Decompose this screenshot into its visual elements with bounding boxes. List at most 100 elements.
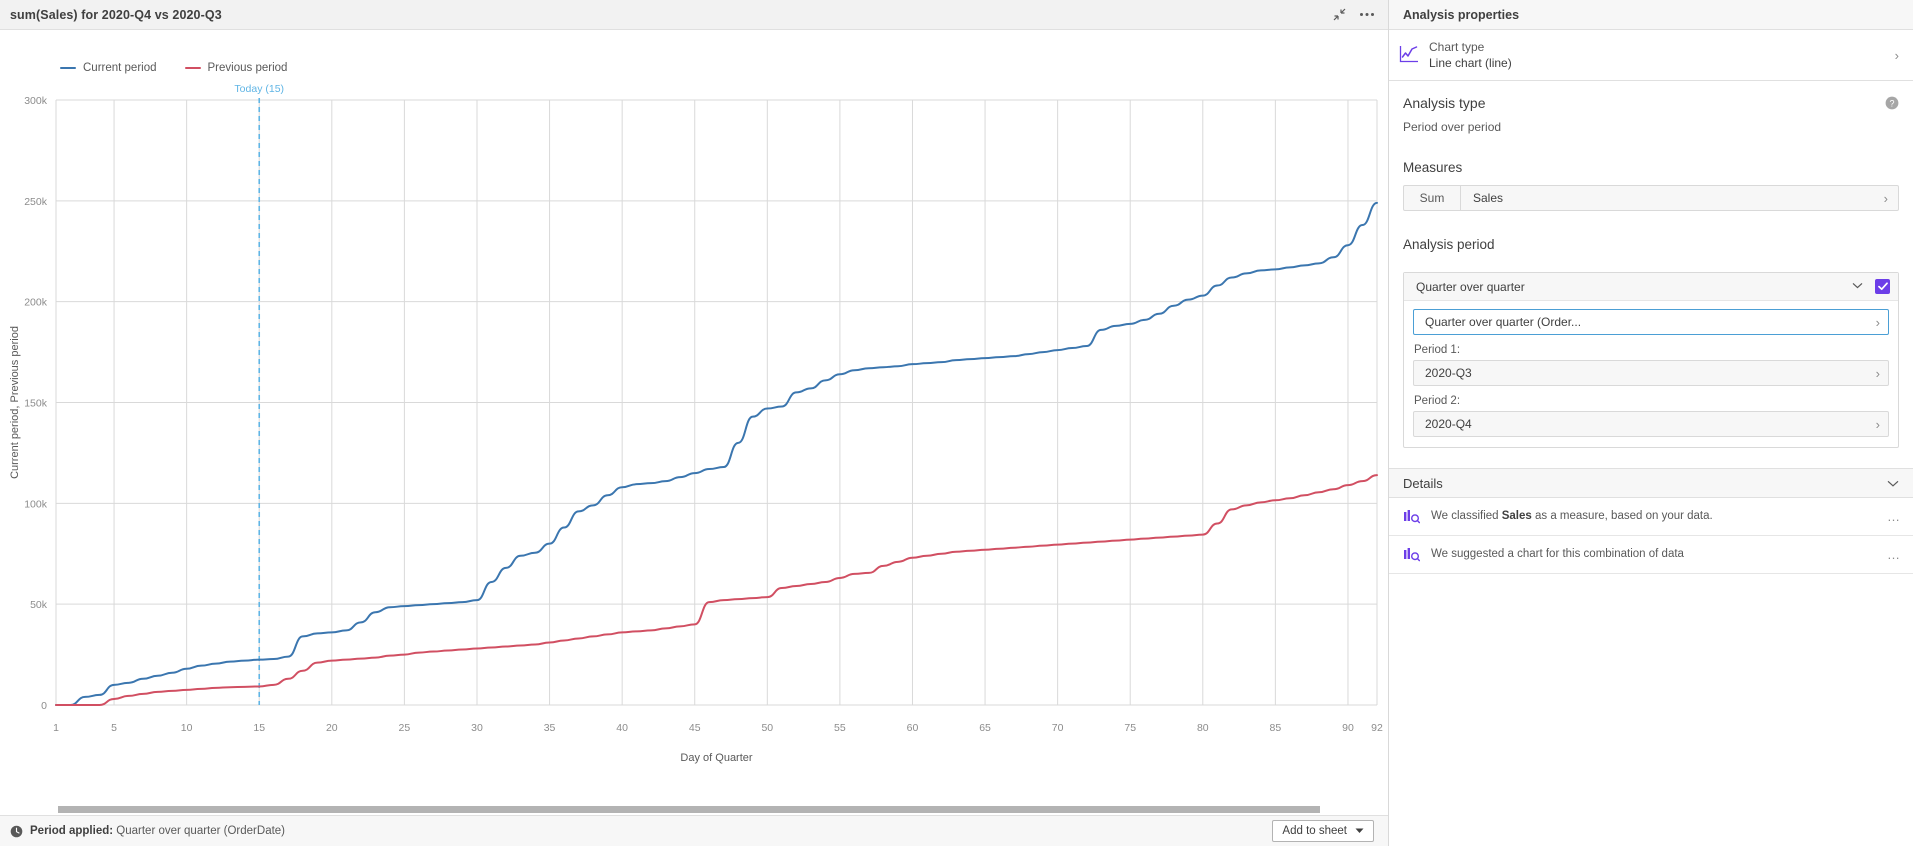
- svg-text:50: 50: [761, 722, 773, 734]
- period1-label: Period 1:: [1414, 344, 1461, 357]
- measure-field: Sales: [1473, 191, 1504, 206]
- svg-text:60: 60: [907, 722, 919, 734]
- svg-text:300k: 300k: [24, 95, 48, 107]
- help-icon[interactable]: ?: [1885, 96, 1899, 110]
- analysis-period-body: Quarter over quarter (Order... › Period …: [1404, 301, 1898, 447]
- insight-icon: [1403, 547, 1421, 562]
- svg-text:?: ?: [1889, 99, 1894, 109]
- chart-titlebar: sum(Sales) for 2020-Q4 vs 2020-Q3: [0, 0, 1388, 30]
- detail-text-pre: We classified: [1431, 510, 1502, 523]
- detail-item-chart[interactable]: We suggested a chart for this combinatio…: [1389, 536, 1913, 574]
- svg-text:150k: 150k: [24, 398, 48, 410]
- svg-text:40: 40: [616, 722, 628, 734]
- analysis-period-selected: Quarter over quarter: [1416, 279, 1525, 294]
- status-bar: Period applied: Quarter over quarter (Or…: [0, 815, 1388, 846]
- detail-text-bold: Sales: [1501, 510, 1532, 523]
- svg-text:5: 5: [111, 722, 117, 734]
- svg-text:90: 90: [1342, 722, 1354, 734]
- add-to-sheet-label: Add to sheet: [1282, 825, 1347, 837]
- svg-text:85: 85: [1270, 722, 1282, 734]
- svg-text:15: 15: [253, 722, 265, 734]
- status-prefix: Period applied:: [30, 825, 114, 837]
- chart-type-value: Line chart (line): [1429, 56, 1512, 71]
- more-options-icon[interactable]: [1356, 4, 1378, 26]
- analysis-type-value: Period over period: [1403, 120, 1502, 135]
- analysis-period-checkbox[interactable]: [1875, 279, 1890, 295]
- scrollbar-row: [0, 805, 1388, 815]
- analysis-properties-panel: Analysis properties Chart type Line char…: [1389, 0, 1913, 846]
- svg-text:0: 0: [41, 700, 47, 712]
- analysis-type-title: Analysis type: [1403, 95, 1486, 112]
- svg-text:80: 80: [1197, 722, 1209, 734]
- chevron-right-icon: ›: [1875, 314, 1880, 330]
- analysis-period-select-row[interactable]: Quarter over quarter: [1404, 273, 1898, 302]
- svg-text:35: 35: [544, 722, 556, 734]
- period1-value: 2020-Q3: [1425, 366, 1472, 381]
- clock-icon: [10, 825, 23, 838]
- chart-type-text: Chart type Line chart (line): [1429, 39, 1885, 71]
- chart-panel: sum(Sales) for 2020-Q4 vs 2020-Q3 Curren…: [0, 0, 1389, 846]
- svg-text:65: 65: [979, 722, 991, 734]
- period2-value: 2020-Q4: [1425, 417, 1472, 432]
- page-title: sum(Sales) for 2020-Q4 vs 2020-Q3: [10, 7, 222, 22]
- svg-text:92: 92: [1371, 722, 1383, 734]
- chevron-right-icon: ›: [1875, 365, 1880, 381]
- analysis-period-field-label: Quarter over quarter (Order...: [1425, 315, 1582, 330]
- analysis-period-field-button[interactable]: Quarter over quarter (Order... ›: [1413, 309, 1889, 336]
- svg-text:10: 10: [181, 722, 193, 734]
- svg-text:70: 70: [1052, 722, 1064, 734]
- svg-text:250k: 250k: [24, 196, 48, 208]
- details-title: Details: [1403, 475, 1443, 491]
- chart-type-row[interactable]: Chart type Line chart (line) ›: [1389, 30, 1913, 82]
- detail-item-menu-icon[interactable]: …: [1887, 547, 1901, 562]
- detail-text-pre: We suggested a chart for this combinatio…: [1431, 548, 1684, 561]
- svg-text:50k: 50k: [30, 599, 48, 611]
- measure-row-sales[interactable]: Sum Sales ›: [1403, 185, 1899, 212]
- chevron-right-icon: ›: [1883, 190, 1888, 206]
- collapse-icon[interactable]: [1328, 4, 1350, 26]
- line-chart-icon: [1399, 45, 1419, 66]
- svg-text:45: 45: [689, 722, 701, 734]
- analysis-type-section: Analysis type ? Period over period: [1389, 81, 1913, 134]
- chevron-down-icon[interactable]: [1887, 476, 1899, 490]
- detail-item-text: We classified Sales as a measure, based …: [1431, 508, 1876, 525]
- chevron-right-icon: ›: [1875, 416, 1880, 432]
- measure-aggregation: Sum: [1419, 191, 1445, 206]
- svg-text:20: 20: [326, 722, 338, 734]
- detail-item-measure[interactable]: We classified Sales as a measure, based …: [1389, 498, 1913, 537]
- period2-button[interactable]: 2020-Q4 ›: [1413, 411, 1889, 438]
- horizontal-scrollbar-thumb[interactable]: [58, 806, 1320, 813]
- svg-text:100k: 100k: [24, 498, 48, 510]
- status-value: Quarter over quarter (OrderDate): [116, 825, 286, 837]
- svg-text:1: 1: [53, 722, 59, 734]
- insight-icon: [1403, 509, 1421, 524]
- period1-button[interactable]: 2020-Q3 ›: [1413, 360, 1889, 387]
- chart-area: Current period Previous period 0 50k 100k 1…: [0, 30, 1388, 805]
- app-root: sum(Sales) for 2020-Q4 vs 2020-Q3 Curren…: [0, 0, 1913, 846]
- svg-text:Today (15): Today (15): [234, 83, 284, 95]
- svg-text:Current period, Previous perio: Current period, Previous period: [9, 326, 21, 479]
- chart-type-label: Chart type: [1429, 40, 1485, 54]
- details-header[interactable]: Details: [1389, 468, 1913, 499]
- detail-item-text: We suggested a chart for this combinatio…: [1431, 546, 1876, 563]
- chevron-right-icon: ›: [1894, 47, 1899, 63]
- measures-title: Measures: [1403, 160, 1463, 176]
- analysis-period-title: Analysis period: [1403, 237, 1495, 253]
- plot-wrapper: 0 50k 100k 150k 200k 250k 300k 1 5 10 15 20 25 30 35 40…: [0, 30, 1388, 805]
- period2-label: Period 2:: [1414, 395, 1461, 408]
- svg-text:200k: 200k: [24, 297, 48, 309]
- detail-text-post: as a measure, based on your data.: [1531, 510, 1713, 523]
- panel-title: Analysis properties: [1403, 7, 1520, 22]
- svg-text:25: 25: [399, 722, 411, 734]
- chevron-down-icon: [1355, 828, 1364, 833]
- detail-item-menu-icon[interactable]: …: [1887, 509, 1901, 524]
- svg-text:75: 75: [1124, 722, 1136, 734]
- analysis-type-header: Analysis type ?: [1403, 95, 1899, 111]
- line-chart-plot[interactable]: 050k100k150k200k250k300k1 5 10 15 20 25 30 35 40…: [0, 30, 1389, 805]
- analysis-period-card: Quarter over quarter Quarter over quarte…: [1403, 272, 1899, 449]
- svg-text:30: 30: [471, 722, 483, 734]
- svg-text:55: 55: [834, 722, 846, 734]
- chevron-down-icon[interactable]: [1852, 281, 1869, 292]
- svg-text:Day of Quarter: Day of Quarter: [680, 752, 752, 764]
- add-to-sheet-button[interactable]: Add to sheet: [1272, 820, 1374, 842]
